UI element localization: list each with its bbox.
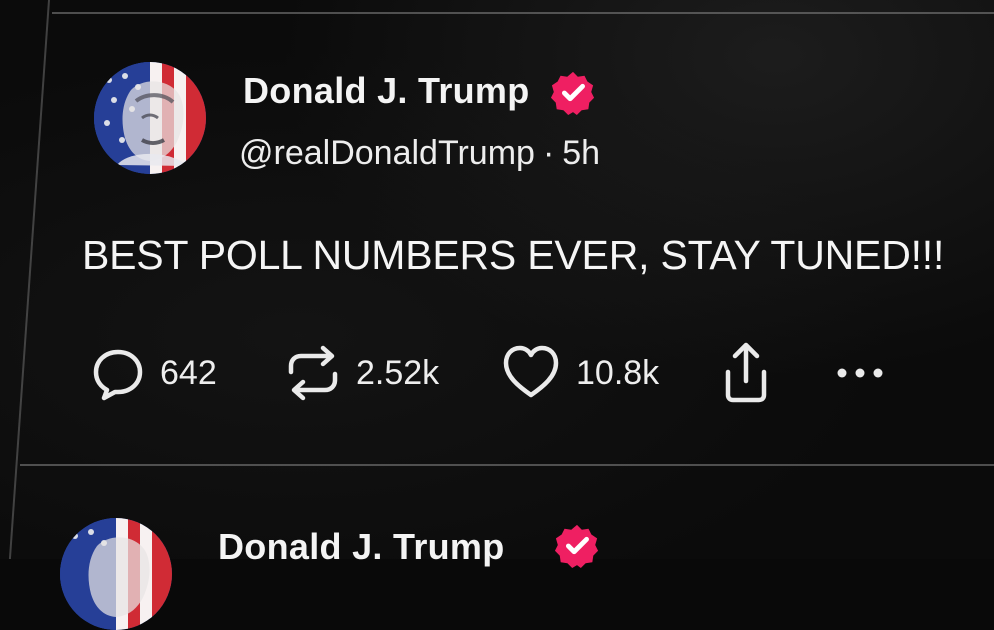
next-post-avatar[interactable] [60, 518, 172, 630]
next-post-verified-badge-icon [554, 523, 600, 569]
next-post-avatar-image [60, 518, 172, 630]
next-post-display-name[interactable]: Donald J. Trump [218, 526, 505, 568]
next-post-card: Donald J. Trump [0, 0, 994, 630]
